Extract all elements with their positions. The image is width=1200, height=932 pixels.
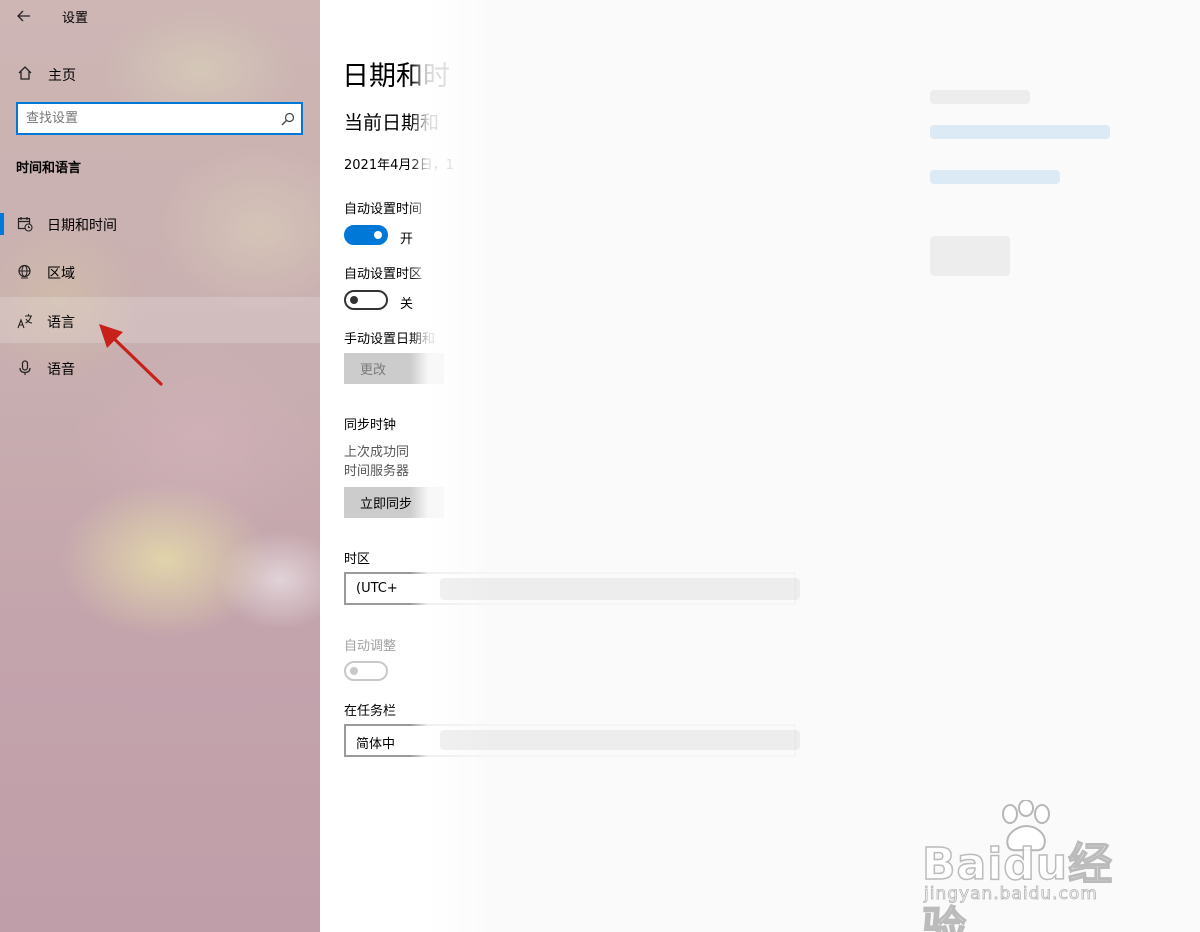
search-icon[interactable] xyxy=(281,111,295,130)
calendar-clock-icon xyxy=(17,216,33,236)
search-box[interactable] xyxy=(16,102,303,135)
sidebar: 设置 主页 时间和语言 xyxy=(0,0,320,932)
sidebar-item-label: 语音 xyxy=(47,362,75,378)
back-button[interactable] xyxy=(10,4,38,28)
sync-clock-label: 同步时钟 xyxy=(344,418,397,433)
main-content: 日期和时 当前日期和 2021年4月2日，1 自动设置时间 开 自动设置时区 关… xyxy=(320,0,1200,932)
timezone-label: 时区 xyxy=(344,552,371,567)
taskbar-calendar-value: 简体中 xyxy=(356,737,396,752)
page-title: 日期和时 xyxy=(342,61,450,92)
microphone-icon xyxy=(17,360,33,380)
window-title: 设置 xyxy=(62,11,89,26)
blurred-link xyxy=(930,125,1110,139)
manual-datetime-label: 手动设置日期和 xyxy=(344,332,436,347)
sidebar-item-home[interactable]: 主页 xyxy=(0,54,320,92)
home-icon xyxy=(17,65,33,85)
sidebar-item-label: 语言 xyxy=(47,315,75,331)
dst-label: 自动调整 xyxy=(344,639,397,654)
sidebar-item-region[interactable]: 区域 xyxy=(0,248,320,296)
language-icon xyxy=(17,313,35,333)
auto-time-state: 开 xyxy=(400,232,414,247)
current-datetime-text: 2021年4月2日，1 xyxy=(344,158,454,173)
sync-now-button[interactable]: 立即同步 xyxy=(344,487,444,518)
blurred-region xyxy=(410,0,1200,932)
auto-timezone-state: 关 xyxy=(400,297,414,312)
home-label: 主页 xyxy=(48,68,76,84)
auto-timezone-toggle[interactable] xyxy=(344,290,388,310)
dst-toggle[interactable] xyxy=(344,661,388,681)
sidebar-item-date-time[interactable]: 日期和时间 xyxy=(0,200,320,248)
change-button[interactable]: 更改 xyxy=(344,353,444,384)
globe-icon xyxy=(17,264,33,284)
timezone-select[interactable]: (UTC+ xyxy=(344,572,796,605)
sidebar-item-label: 日期和时间 xyxy=(47,218,117,234)
search-input[interactable] xyxy=(26,104,276,133)
blurred-link xyxy=(930,170,1060,184)
auto-timezone-label: 自动设置时区 xyxy=(344,267,423,282)
sidebar-item-label: 区域 xyxy=(47,266,75,282)
taskbar-calendar-label: 在任务栏 xyxy=(344,704,397,719)
selection-indicator xyxy=(0,213,4,235)
timezone-value: (UTC+ xyxy=(356,581,398,596)
sync-server-text: 时间服务器 xyxy=(344,464,410,479)
settings-window: 设置 主页 时间和语言 xyxy=(0,0,1200,932)
annotation-arrow-icon xyxy=(99,324,163,386)
section-title-current-datetime: 当前日期和 xyxy=(344,112,440,134)
taskbar-calendar-select[interactable]: 简体中 xyxy=(344,724,796,757)
section-heading: 时间和语言 xyxy=(16,161,82,176)
blurred-text xyxy=(930,236,1010,276)
auto-time-toggle[interactable] xyxy=(344,225,388,245)
blurred-text xyxy=(930,90,1030,104)
back-arrow-icon xyxy=(17,10,30,22)
sync-last-success-text: 上次成功同 xyxy=(344,445,410,460)
auto-time-label: 自动设置时间 xyxy=(344,202,423,217)
